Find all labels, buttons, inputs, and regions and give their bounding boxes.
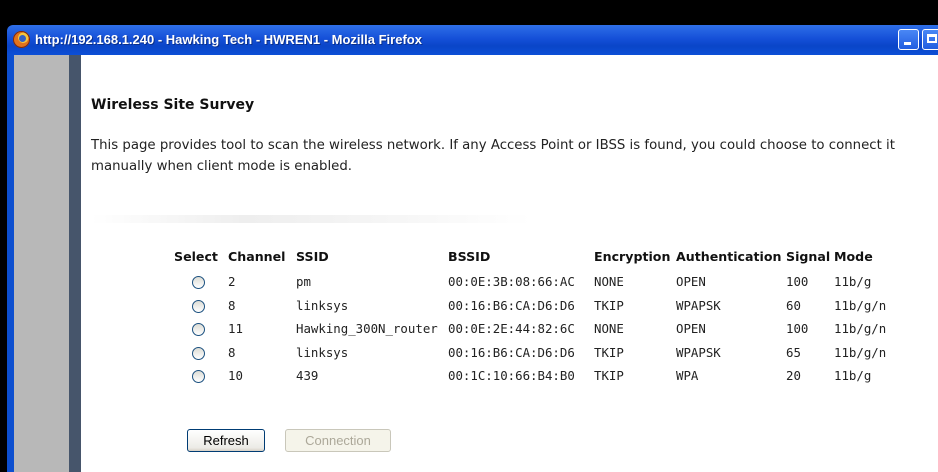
- cell-signal: 100: [786, 274, 809, 290]
- cell-bssid: 00:0E:3B:08:66:AC: [448, 274, 575, 290]
- table-row: 2 pm 00:0E:3B:08:66:AC NONE OPEN 100 11b…: [174, 270, 894, 294]
- cell-mode: 11b/g: [834, 368, 872, 384]
- page-sidebar: [14, 55, 69, 472]
- select-radio[interactable]: [192, 346, 205, 360]
- cell-signal: 65: [786, 344, 801, 360]
- site-survey-table: Select Channel SSID BSSID Encryption Aut…: [174, 242, 894, 388]
- table-row: 10 439 00:1C:10:66:B4:B0 TKIP WPA 20 11b…: [174, 364, 894, 388]
- cell-bssid: 00:16:B6:CA:D6:D6: [448, 297, 575, 313]
- cell-signal: 20: [786, 368, 801, 384]
- sidebar-edge: [69, 55, 81, 472]
- header-authentication: Authentication: [676, 248, 782, 264]
- cell-bssid: 00:0E:2E:44:82:6C: [448, 321, 575, 337]
- table-header-row: Select Channel SSID BSSID Encryption Aut…: [174, 242, 894, 270]
- cell-encryption: NONE: [594, 321, 624, 337]
- select-radio[interactable]: [192, 323, 205, 337]
- select-radio[interactable]: [192, 299, 205, 313]
- cell-ssid: Hawking_300N_router: [296, 321, 438, 337]
- window-titlebar[interactable]: http://192.168.1.240 - Hawking Tech - HW…: [7, 25, 938, 55]
- refresh-button[interactable]: Refresh: [187, 429, 265, 452]
- cell-channel: 2: [228, 274, 236, 290]
- cell-bssid: 00:16:B6:CA:D6:D6: [448, 344, 575, 360]
- cell-channel: 10: [228, 368, 243, 384]
- select-radio[interactable]: [192, 370, 205, 384]
- cell-signal: 100: [786, 321, 809, 337]
- cell-channel: 8: [228, 344, 236, 360]
- cell-ssid: pm: [296, 274, 311, 290]
- header-signal: Signal: [786, 248, 831, 264]
- header-encryption: Encryption: [594, 248, 671, 264]
- cell-ssid: linksys: [296, 297, 349, 313]
- cell-ssid: 439: [296, 368, 319, 384]
- page-content: Wireless Site Survey This page provides …: [81, 55, 938, 472]
- table-row: 8 linksys 00:16:B6:CA:D6:D6 TKIP WPAPSK …: [174, 341, 894, 365]
- cell-encryption: TKIP: [594, 344, 624, 360]
- cell-mode: 11b/g/n: [834, 344, 887, 360]
- minimize-button[interactable]: [898, 29, 919, 50]
- table-row: 11 Hawking_300N_router 00:0E:2E:44:82:6C…: [174, 317, 894, 341]
- firefox-icon: [13, 31, 30, 48]
- cell-authentication: WPAPSK: [676, 344, 721, 360]
- cell-encryption: TKIP: [594, 368, 624, 384]
- cell-channel: 11: [228, 321, 243, 337]
- cell-encryption: TKIP: [594, 297, 624, 313]
- cell-encryption: NONE: [594, 274, 624, 290]
- page-description: This page provides tool to scan the wire…: [91, 138, 895, 174]
- cell-ssid: linksys: [296, 344, 349, 360]
- cell-authentication: OPEN: [676, 274, 706, 290]
- select-radio[interactable]: [192, 276, 205, 290]
- cell-authentication: WPA: [676, 368, 699, 384]
- window-title: http://192.168.1.240 - Hawking Tech - HW…: [35, 32, 422, 47]
- header-bssid: BSSID: [448, 248, 491, 264]
- page-title: Wireless Site Survey: [91, 97, 255, 113]
- header-channel: Channel: [228, 248, 286, 264]
- table-row: 8 linksys 00:16:B6:CA:D6:D6 TKIP WPAPSK …: [174, 294, 894, 318]
- maximize-button[interactable]: [922, 29, 938, 50]
- cell-authentication: WPAPSK: [676, 297, 721, 313]
- cell-mode: 11b/g: [834, 274, 872, 290]
- header-select: Select: [174, 248, 218, 264]
- connection-button[interactable]: Connection: [285, 429, 391, 452]
- header-mode: Mode: [834, 248, 873, 264]
- section-divider: [91, 215, 531, 223]
- cell-authentication: OPEN: [676, 321, 706, 337]
- cell-mode: 11b/g/n: [834, 321, 887, 337]
- window-left-border: [7, 55, 14, 472]
- header-ssid: SSID: [296, 248, 329, 264]
- cell-signal: 60: [786, 297, 801, 313]
- cell-mode: 11b/g/n: [834, 297, 887, 313]
- cell-bssid: 00:1C:10:66:B4:B0: [448, 368, 575, 384]
- cell-channel: 8: [228, 297, 236, 313]
